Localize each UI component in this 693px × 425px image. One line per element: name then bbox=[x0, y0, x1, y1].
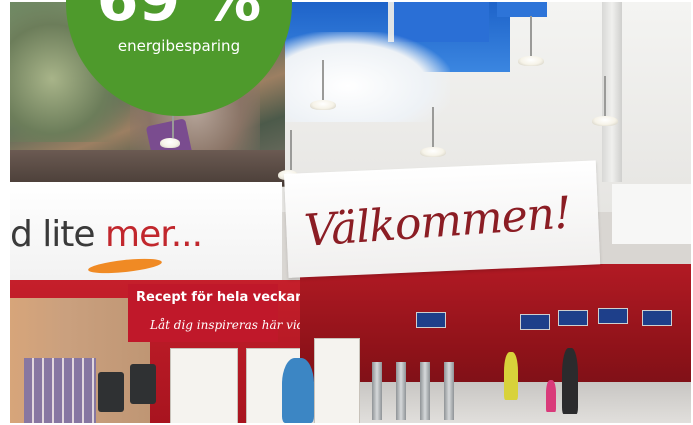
roof-beam bbox=[10, 150, 285, 186]
left-banner-accent: mer... bbox=[105, 214, 203, 255]
badge-label: energibesparing bbox=[117, 37, 241, 55]
entrance-gate bbox=[444, 362, 454, 420]
entrance-gate bbox=[396, 362, 406, 420]
shopper bbox=[504, 352, 518, 400]
ceiling-lamp bbox=[420, 107, 446, 157]
right-wall bbox=[612, 184, 691, 244]
ceiling-lamp bbox=[310, 60, 336, 110]
info-screen bbox=[520, 314, 550, 330]
payment-terminal bbox=[98, 372, 124, 412]
payment-terminal bbox=[130, 364, 156, 404]
image-frame: d lite mer... Recept för hela veckan Låt… bbox=[0, 0, 693, 425]
recipe-card-board bbox=[170, 348, 238, 423]
recipe-panel-title: Recept för hela veckan bbox=[136, 290, 305, 305]
skylight-panel bbox=[497, 2, 547, 17]
shopper bbox=[562, 348, 578, 414]
ceiling-lamp bbox=[518, 16, 544, 66]
gift-card-rack bbox=[24, 358, 96, 423]
entrance-gate bbox=[420, 362, 430, 420]
ceiling-lamp bbox=[592, 76, 618, 126]
left-banner-text: d lite mer... bbox=[10, 210, 203, 260]
info-screen bbox=[642, 310, 672, 326]
info-screen bbox=[598, 308, 628, 324]
ceiling-lamp bbox=[160, 98, 180, 148]
shopper bbox=[546, 380, 556, 412]
info-screen bbox=[416, 312, 446, 328]
recipe-panel-subtitle: Låt dig inspireras här vid! bbox=[150, 318, 310, 332]
entrance-gate bbox=[372, 362, 382, 420]
menu-stand bbox=[314, 338, 360, 423]
info-screen bbox=[558, 310, 588, 326]
left-banner-main: d lite bbox=[10, 214, 106, 255]
badge-percentage: 69 % bbox=[96, 0, 262, 35]
shopper bbox=[282, 358, 314, 423]
painted-cloud bbox=[280, 32, 450, 122]
